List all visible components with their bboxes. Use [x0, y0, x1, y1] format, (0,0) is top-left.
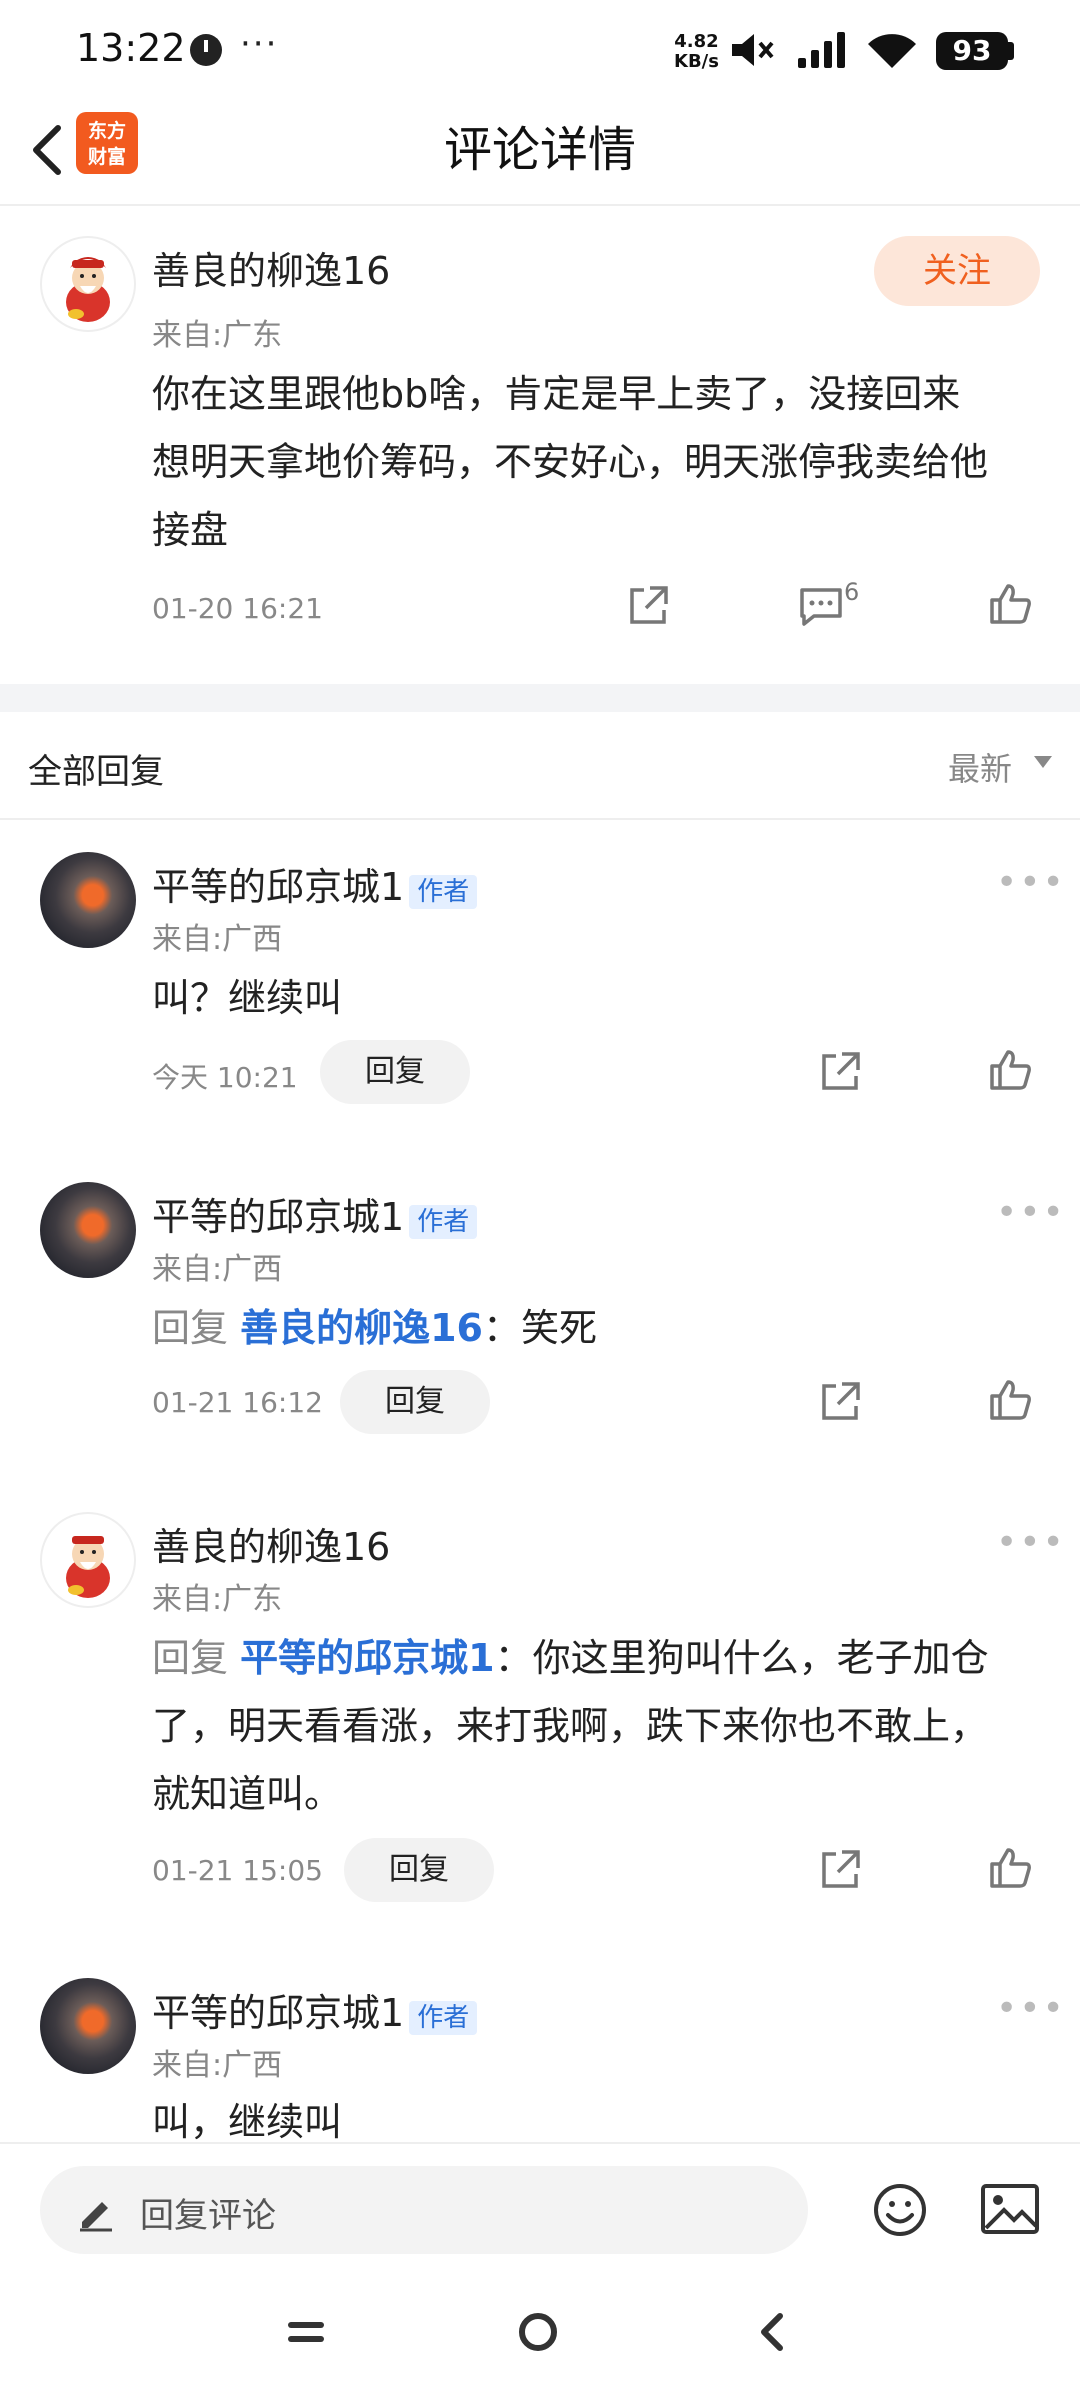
- network-speed: 4.82 KB/s: [674, 32, 719, 72]
- avatar[interactable]: [40, 1512, 136, 1608]
- like-icon[interactable]: [988, 1846, 1032, 1890]
- clock-app-icon: [190, 34, 222, 66]
- avatar[interactable]: [40, 852, 136, 948]
- reply-input[interactable]: 回复评论: [40, 2166, 808, 2254]
- reply-time: 01-21 15:05: [152, 1854, 323, 1887]
- page-title: 评论详情: [443, 122, 636, 178]
- reply-region: 来自:广西: [152, 1252, 283, 1287]
- avatar[interactable]: [40, 236, 136, 332]
- reply-text: 回复 善良的柳逸16：笑死: [152, 1306, 598, 1350]
- avatar-image: [66, 257, 110, 322]
- wifi-icon: [868, 34, 916, 68]
- comment-icon[interactable]: [798, 586, 844, 628]
- reply-text: 叫？继续叫: [152, 976, 343, 1020]
- edit-pencil-icon: [80, 2202, 112, 2232]
- reply-username[interactable]: 平等的邱京城1: [152, 865, 404, 909]
- reply-input-placeholder: 回复评论: [140, 2196, 276, 2236]
- comment-text: 你在这里跟他bb啥，肯定是早上卖了，没接回来 想明天拿地价筹码，不安好心，明天涨…: [152, 372, 989, 552]
- comment-username[interactable]: 善良的柳逸16: [152, 240, 390, 295]
- emoji-icon[interactable]: [872, 2182, 928, 2238]
- battery-level: 93: [936, 32, 1008, 70]
- reply-header: 平等的邱京城1 作者: [152, 1186, 478, 1241]
- avatar-image: [66, 1536, 110, 1598]
- battery-icon: [1008, 42, 1014, 60]
- network-speed-unit: KB/s: [674, 51, 719, 72]
- sort-dropdown[interactable]: 最新: [948, 744, 1012, 790]
- follow-button[interactable]: 关注: [874, 236, 1040, 306]
- comment-count: 6: [844, 578, 860, 606]
- reply-button[interactable]: 回复: [320, 1040, 470, 1104]
- reply-header: 平等的邱京城1 作者: [152, 856, 478, 911]
- author-badge: 作者: [409, 1205, 478, 1239]
- share-icon[interactable]: [626, 584, 670, 628]
- back-icon[interactable]: [752, 2308, 792, 2356]
- image-icon[interactable]: [980, 2182, 1040, 2236]
- replies-title: 全部回复: [28, 752, 164, 792]
- author-badge: 作者: [409, 875, 478, 909]
- reply-button[interactable]: 回复: [344, 1838, 494, 1902]
- like-icon[interactable]: [988, 1048, 1032, 1092]
- more-options-icon[interactable]: •••: [996, 1192, 1066, 1233]
- reply-username[interactable]: 平等的邱京城1: [152, 1991, 404, 2035]
- comment-region: 来自:广东: [152, 318, 283, 353]
- reply-username[interactable]: 平等的邱京城1: [152, 1195, 404, 1239]
- share-icon[interactable]: [818, 1848, 862, 1892]
- reply-text: 回复 平等的邱京城1：你这里狗叫什么，老子加仓 了，明天看看涨，来打我啊，跌下来…: [152, 1636, 989, 1816]
- more-options-icon[interactable]: •••: [996, 862, 1066, 903]
- like-icon[interactable]: [988, 1378, 1032, 1422]
- like-icon[interactable]: [988, 582, 1032, 626]
- mute-icon: [732, 34, 774, 66]
- section-divider: [0, 684, 1080, 712]
- reply-header: 平等的邱京城1 作者: [152, 1982, 478, 2037]
- system-nav-bar: [0, 2272, 1080, 2400]
- share-icon[interactable]: [818, 1050, 862, 1094]
- more-options-icon[interactable]: •••: [996, 1522, 1066, 1563]
- sort-caret-icon[interactable]: [1034, 756, 1052, 768]
- comment-time: 01-20 16:21: [152, 592, 323, 625]
- more-notifications-icon: ···: [240, 24, 279, 64]
- author-badge: 作者: [409, 2001, 478, 2035]
- reply-region: 来自:广东: [152, 1582, 283, 1617]
- network-speed-value: 4.82: [674, 31, 719, 52]
- reply-username[interactable]: 善良的柳逸16: [152, 1516, 390, 1571]
- reply-time: 今天 10:21: [152, 1061, 298, 1094]
- reply-button[interactable]: 回复: [340, 1370, 490, 1434]
- avatar[interactable]: [40, 1182, 136, 1278]
- reply-prefix: 回复: [152, 1306, 229, 1350]
- reply-region: 来自:广西: [152, 2048, 283, 2083]
- menu-icon[interactable]: [284, 2312, 328, 2352]
- divider: [0, 818, 1080, 820]
- avatar[interactable]: [40, 1978, 136, 2074]
- mention-link[interactable]: 善良的柳逸16: [240, 1306, 483, 1350]
- mention-link[interactable]: 平等的邱京城1: [240, 1636, 494, 1680]
- status-bar: 13:22 ··· 4.82 KB/s 93: [0, 0, 1080, 100]
- reply-region: 来自:广西: [152, 922, 283, 957]
- share-icon[interactable]: [818, 1380, 862, 1424]
- more-options-icon[interactable]: •••: [996, 1988, 1066, 2029]
- signal-icon: [798, 32, 845, 68]
- home-icon[interactable]: [516, 2310, 560, 2354]
- status-time: 13:22: [76, 26, 186, 70]
- reply-time: 01-21 16:12: [152, 1386, 323, 1419]
